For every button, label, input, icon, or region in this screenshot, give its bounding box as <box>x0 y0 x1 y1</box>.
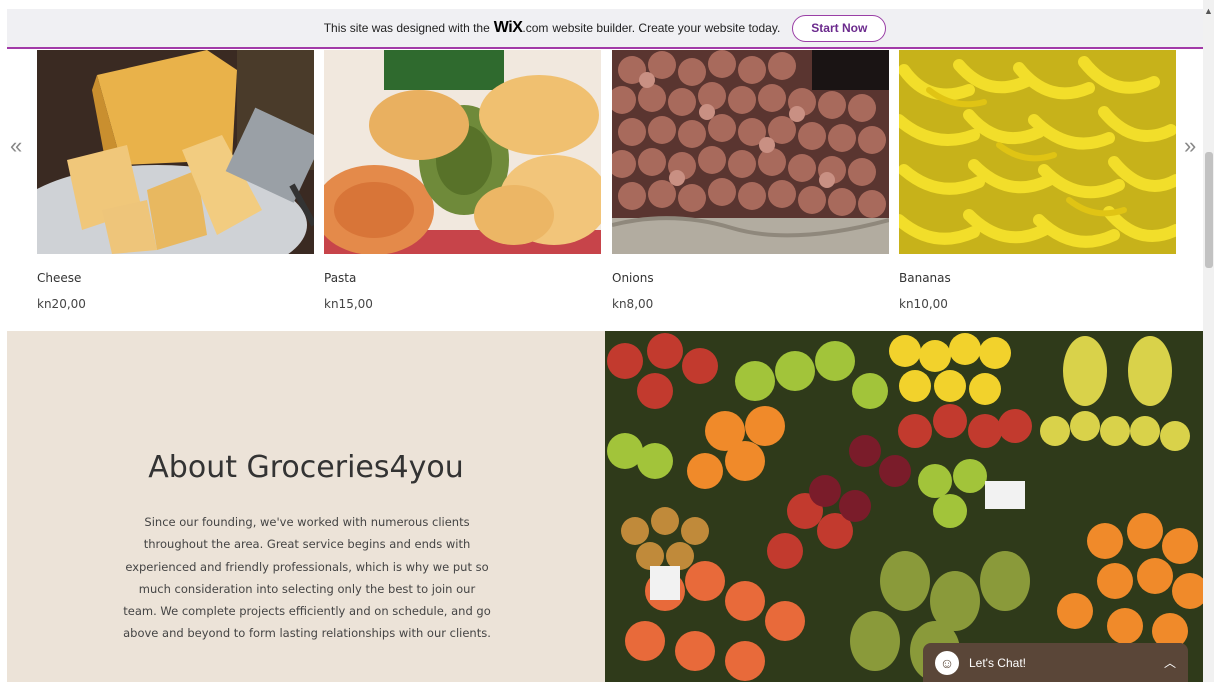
product-name[interactable]: Bananas <box>899 271 951 285</box>
product-price: kn10,00 <box>899 297 948 311</box>
wix-banner: This site was designed with the WiX.com … <box>7 9 1203 49</box>
product-name[interactable]: Onions <box>612 271 654 285</box>
product-price: kn15,00 <box>324 297 373 311</box>
wix-logo-suffix: .com <box>522 21 549 35</box>
bananas-image[interactable] <box>899 50 1176 254</box>
about-body: Since our founding, we've worked with nu… <box>123 515 491 641</box>
onions-image[interactable] <box>612 50 889 254</box>
product-price: kn20,00 <box>37 297 86 311</box>
scroll-thumb[interactable] <box>1205 152 1213 268</box>
smiley-icon: ☺ <box>935 650 959 675</box>
product-card-bananas[interactable]: Bananas kn10,00 <box>899 50 1176 311</box>
scroll-up-icon[interactable]: ▲ <box>1203 6 1214 16</box>
banner-message: This site was designed with the WiX.com … <box>324 19 781 37</box>
wix-logo-text: WiX <box>493 19 523 36</box>
product-name[interactable]: Pasta <box>324 271 356 285</box>
scrollbar[interactable]: ▲ <box>1203 0 1214 682</box>
chat-label[interactable]: Let's Chat! <box>969 656 1026 670</box>
product-price: kn8,00 <box>612 297 654 311</box>
chat-widget[interactable]: ☺ Let's Chat! ︿ <box>923 643 1188 682</box>
start-now-button[interactable]: Start Now <box>792 14 887 42</box>
page: This site was designed with the WiX.com … <box>0 0 1214 682</box>
cheese-image[interactable] <box>37 50 314 254</box>
wix-logo: WiX.com <box>494 19 549 37</box>
about-section: About Groceries4you Since our founding, … <box>7 331 605 682</box>
product-card-cheese[interactable]: Cheese kn20,00 <box>37 50 314 311</box>
product-name[interactable]: Cheese <box>37 271 81 285</box>
carousel-next-icon[interactable]: » <box>1184 133 1196 159</box>
product-card-onions[interactable]: Onions kn8,00 <box>612 50 889 311</box>
pasta-image[interactable] <box>324 50 601 254</box>
about-title: About Groceries4you <box>148 450 464 485</box>
chevron-up-icon[interactable]: ︿ <box>1164 654 1176 671</box>
carousel-prev-icon[interactable]: « <box>10 133 22 159</box>
banner-text-after: website builder. Create your website tod… <box>552 21 781 35</box>
product-card-pasta[interactable]: Pasta kn15,00 <box>324 50 601 311</box>
fruit-market-image <box>605 331 1203 682</box>
banner-text-before: This site was designed with the <box>323 21 490 35</box>
